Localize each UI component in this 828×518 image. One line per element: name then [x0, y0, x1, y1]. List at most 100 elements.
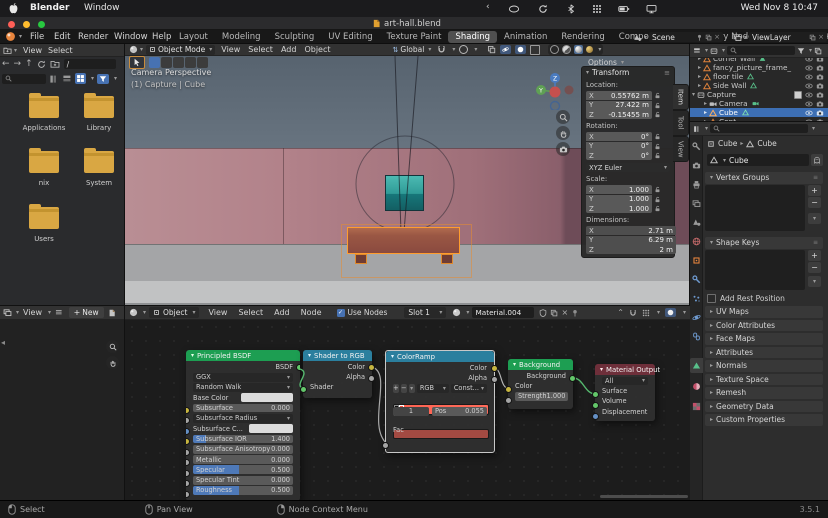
- nav-back-button[interactable]: ←: [2, 59, 10, 69]
- color-output-socket[interactable]: [368, 364, 375, 371]
- transform-panel-header[interactable]: ▾ Transform ≡: [582, 67, 674, 78]
- shader-editor-icon[interactable]: [129, 308, 138, 317]
- location-x-field[interactable]: X0.55762 m: [586, 91, 652, 100]
- ramp-remove-stop-button[interactable]: −: [401, 384, 407, 393]
- app-menu-blender[interactable]: Blender: [30, 3, 69, 13]
- breadcrumb-data[interactable]: Cube: [757, 139, 776, 148]
- displacement-input-socket[interactable]: [592, 413, 599, 420]
- lock-icon[interactable]: [654, 205, 661, 212]
- properties-options-chevron[interactable]: ▾: [812, 125, 815, 132]
- tab-scene-icon[interactable]: [692, 218, 701, 227]
- node-collapse-arrow[interactable]: ▾: [308, 352, 311, 359]
- alpha-output-socket[interactable]: [368, 375, 375, 382]
- shader-menu-node[interactable]: Node: [299, 308, 328, 317]
- lock-icon[interactable]: [654, 92, 661, 99]
- xray-toggle-icon[interactable]: [530, 45, 540, 55]
- traffic-light-minimize[interactable]: [23, 21, 30, 28]
- expand-icon[interactable]: ▾: [692, 91, 695, 98]
- outliner-row-capture-collection[interactable]: ▾ Capture: [690, 90, 828, 99]
- strength-field[interactable]: Strength1.000: [515, 392, 568, 401]
- rotation-z-field[interactable]: Z0°: [586, 151, 652, 160]
- image-view-menu[interactable]: View: [21, 308, 44, 317]
- metallic-socket[interactable]: [186, 470, 190, 477]
- camera-view-button[interactable]: [556, 142, 570, 156]
- tab-render-icon[interactable]: [692, 161, 701, 170]
- panel-normals[interactable]: ▸Normals: [705, 360, 823, 372]
- node-collapse-arrow[interactable]: ▾: [191, 352, 194, 359]
- lock-icon[interactable]: [654, 111, 661, 118]
- shader-menu-select[interactable]: Select: [236, 308, 269, 317]
- copy-material-icon[interactable]: [550, 309, 558, 317]
- rotation-mode-dropdown[interactable]: XYZ Euler ▾: [586, 163, 670, 172]
- tab-texture-paint[interactable]: Texture Paint: [380, 31, 449, 43]
- orientation-label[interactable]: Global: [400, 45, 424, 54]
- mesh-name-field[interactable]: ▾ Cube: [707, 154, 809, 166]
- folder-library-icon[interactable]: [84, 96, 114, 118]
- shader-menu-add[interactable]: Add: [272, 308, 296, 317]
- tab-layout[interactable]: Layout: [172, 31, 215, 43]
- viewport-menu-view[interactable]: View: [215, 45, 246, 54]
- outliner-editor-icon[interactable]: [693, 47, 701, 55]
- selected-bench[interactable]: [347, 227, 460, 254]
- folder-system-label[interactable]: System: [71, 179, 127, 187]
- render-visibility-icon[interactable]: [816, 100, 824, 108]
- base-color-swatch[interactable]: [241, 393, 293, 402]
- snap-chevron[interactable]: ▾: [452, 46, 455, 53]
- active-tool-button[interactable]: [129, 56, 145, 69]
- screen-mirroring-icon[interactable]: [646, 4, 657, 14]
- panel-menu-icon[interactable]: ≡: [664, 69, 670, 77]
- tab-object-data-icon[interactable]: [692, 361, 701, 370]
- shader-type-dropdown[interactable]: Object ▾: [149, 307, 199, 318]
- pivot-point-icon[interactable]: [487, 45, 496, 54]
- filter-chevron[interactable]: ▾: [114, 75, 117, 82]
- collection-checkbox[interactable]: [794, 91, 802, 99]
- vg-remove-button[interactable]: −: [808, 197, 821, 208]
- roughness-slider[interactable]: Roughness0.500: [193, 486, 293, 495]
- outliner-filter-icon[interactable]: [797, 47, 805, 55]
- panel-remesh[interactable]: ▸Remesh: [705, 387, 823, 399]
- scene-name[interactable]: Scene: [652, 33, 675, 42]
- node-shader-to-rgb[interactable]: ▾ Shader to RGB Color Alpha Shader: [303, 350, 372, 398]
- panel-uv-maps[interactable]: ▸UV Maps: [705, 306, 823, 318]
- subsurface-color-socket[interactable]: [186, 438, 190, 445]
- traffic-light-zoom[interactable]: [38, 21, 45, 28]
- shading-material-toggle[interactable]: [574, 45, 583, 54]
- tab-shading[interactable]: Shading: [448, 31, 497, 43]
- path-field[interactable]: /: [64, 59, 116, 69]
- shape-keys-list[interactable]: [705, 250, 805, 290]
- tab-viewlayer-icon[interactable]: [692, 199, 701, 208]
- new-scene-icon[interactable]: [705, 34, 712, 41]
- fac-input-socket[interactable]: [382, 442, 389, 449]
- ramp-index-field[interactable]: 1: [393, 407, 429, 416]
- overlay-grid-icon[interactable]: [642, 309, 650, 317]
- folder-users-label[interactable]: Users: [16, 235, 72, 243]
- proportional-editing-icon[interactable]: [459, 45, 468, 54]
- panel-attributes[interactable]: ▸Attributes: [705, 347, 823, 359]
- scene-artwork-screen[interactable]: [385, 175, 424, 211]
- remove-viewlayer-icon[interactable]: ×: [818, 33, 824, 41]
- panel-face-maps[interactable]: ▸Face Maps: [705, 333, 823, 345]
- panel-collapse-arrow-icon[interactable]: ◂: [1, 338, 5, 347]
- folder-nix-label[interactable]: nix: [16, 179, 72, 187]
- refresh-icon[interactable]: [37, 60, 46, 69]
- panel-color-attributes[interactable]: ▸Color Attributes: [705, 320, 823, 332]
- viewlayer-name[interactable]: ViewLayer: [752, 33, 791, 42]
- render-visibility-icon[interactable]: [816, 58, 824, 63]
- menu-file[interactable]: File: [24, 32, 50, 42]
- outliner-row-fancy-picture-frame[interactable]: ▸ fancy_picture_frame_: [690, 63, 828, 72]
- color-input-socket[interactable]: [505, 386, 512, 393]
- new-collection-icon[interactable]: [814, 47, 822, 55]
- use-nodes-toggle[interactable]: ✓ Use Nodes: [337, 308, 388, 317]
- ramp-color-mode-dropdown[interactable]: RGB▾: [417, 384, 449, 393]
- tab-physics-icon[interactable]: [692, 313, 701, 322]
- subsurface-slider[interactable]: Subsurface0.000: [193, 404, 293, 413]
- tab-object-icon[interactable]: [692, 256, 701, 265]
- expand-icon[interactable]: ▸: [704, 100, 707, 107]
- file-browser-view-menu[interactable]: View: [17, 46, 48, 55]
- specular-socket[interactable]: [186, 480, 190, 487]
- hide-eye-icon[interactable]: [805, 82, 813, 90]
- go-to-parent-node-icon[interactable]: ⌃: [617, 308, 624, 317]
- tab-texture-icon[interactable]: [692, 402, 701, 411]
- image-editor-icon[interactable]: [3, 308, 12, 317]
- expand-icon[interactable]: ▸: [698, 73, 701, 80]
